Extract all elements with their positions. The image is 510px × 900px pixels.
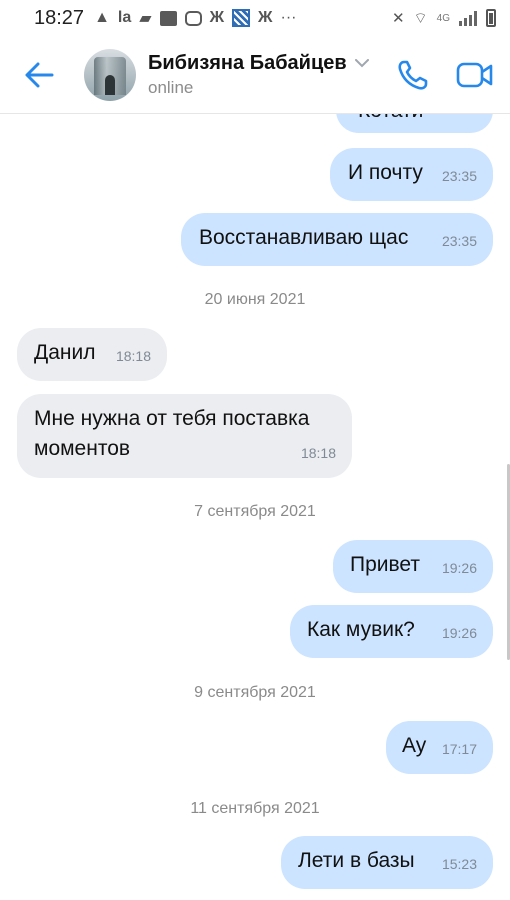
message-time: 23:35 (442, 114, 477, 123)
message-bubble[interactable]: Мне нужна от тебя поставка моментов 18:1… (17, 394, 352, 478)
contact-status: online (148, 77, 194, 97)
network-type: 4G (436, 12, 450, 24)
phone-icon[interactable] (396, 58, 430, 92)
message-time: 23:35 (441, 233, 477, 249)
contact-name: Бибизяна Бабайцев (148, 51, 347, 74)
message-bubble[interactable]: Котати 23:35 (336, 114, 493, 133)
more-notifications-icon: ··· (280, 9, 297, 26)
system-icons: ✕ ⌔ 4G (392, 9, 496, 28)
avatar[interactable] (84, 48, 136, 101)
chevron-down-icon (354, 58, 369, 67)
mute-icon: ✕ (391, 10, 405, 27)
la-app-icon: la (117, 9, 132, 26)
message-bubble[interactable]: И почту 23:35 (330, 148, 493, 201)
message-bubble[interactable]: Восстанавливаю щас 23:35 (181, 213, 493, 266)
folder-icon (159, 10, 177, 26)
message-bubble[interactable]: Привет 19:26 (333, 540, 493, 593)
status-bar: 18:27 ▲ la ▰ Ж Ж ··· ✕ ⌔ 4G (0, 0, 510, 36)
message-time: 18:18 (115, 348, 151, 364)
message-list[interactable]: Котати 23:35 И почту 23:35 Восстанавлива… (0, 114, 510, 900)
message-bubble[interactable]: Как мувик? 19:26 (290, 605, 493, 658)
message-bubble[interactable]: Ау 17:17 (386, 721, 493, 774)
message-time: 23:35 (441, 168, 477, 184)
video-call-icon[interactable] (456, 61, 494, 89)
message-time: 18:18 (300, 445, 336, 461)
qr-app-icon (232, 9, 251, 27)
notification-icons: ▲ la ▰ Ж Ж ··· (94, 8, 296, 28)
wifi-icon: ⌔ (413, 9, 428, 27)
arrow-left-icon (25, 62, 54, 87)
chat-header: Бибизяна Бабайцев online (0, 36, 510, 114)
contact-info[interactable]: Бибизяна Бабайцев online (148, 52, 369, 98)
signal-icon (459, 10, 477, 26)
back-button[interactable] (0, 36, 78, 114)
message-bubble[interactable]: Лети в базы 15:23 (281, 836, 493, 889)
date-separator: 7 сентября 2021 (194, 503, 316, 520)
date-separator: 20 июня 2021 (204, 291, 306, 308)
battery-icon (486, 9, 496, 27)
date-separator: 11 сентября 2021 (190, 800, 320, 817)
instagram-icon (184, 10, 202, 26)
date-separator: 9 сентября 2021 (194, 684, 316, 701)
message-icon: ▰ (139, 10, 152, 27)
vk-icon: Ж (209, 9, 225, 26)
message-bubble[interactable]: Данил 18:18 (17, 328, 167, 381)
warning-icon: ▲ (94, 9, 110, 26)
message-time: 19:26 (441, 625, 477, 641)
vk-icon-2: Ж (258, 9, 273, 26)
message-time: 19:26 (441, 560, 477, 576)
message-time: 17:17 (441, 741, 477, 757)
message-time: 15:23 (441, 856, 477, 872)
status-time: 18:27 (34, 6, 85, 29)
